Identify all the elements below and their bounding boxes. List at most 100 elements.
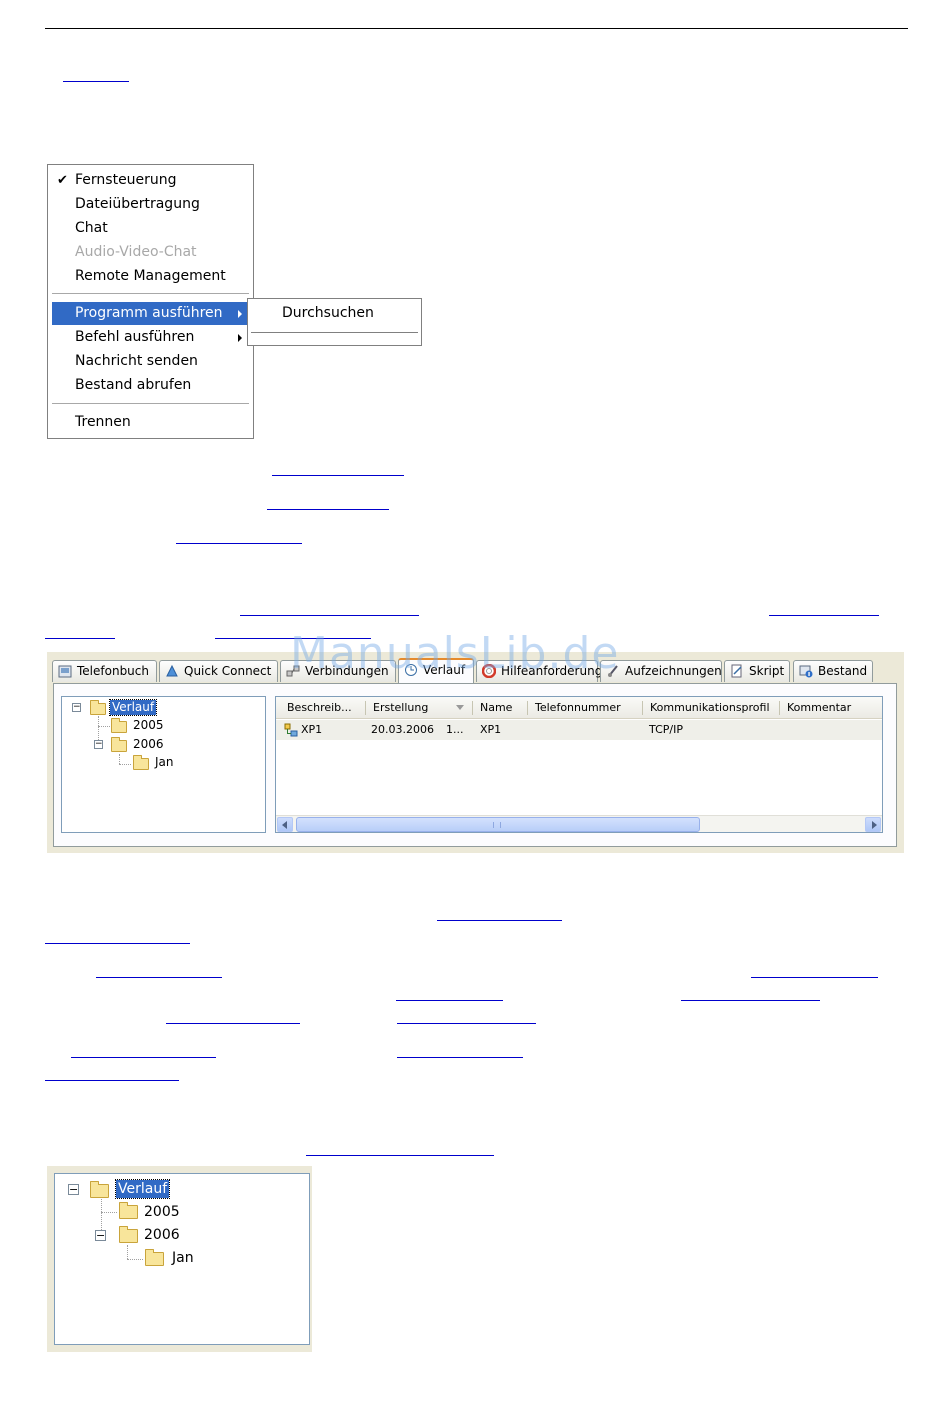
menu-item-label: Befehl ausführen: [75, 329, 195, 345]
tab-skript[interactable]: Skript: [724, 660, 790, 682]
link-underline[interactable]: [166, 1023, 300, 1024]
tree-node-verlauf[interactable]: Verlauf: [108, 699, 158, 716]
link-underline[interactable]: [397, 1023, 536, 1024]
open-folder-icon: [90, 700, 106, 715]
folder-icon: [145, 1249, 164, 1266]
chevron-right-icon: [872, 821, 877, 829]
link-underline[interactable]: [267, 509, 389, 510]
tab-label: Verbindungen: [305, 664, 389, 678]
menu-item-label: Bestand abrufen: [75, 377, 192, 393]
link-underline[interactable]: [45, 1080, 179, 1081]
history-tree: − Verlauf 2005 − 2006 Jan: [61, 696, 266, 833]
link-underline[interactable]: [45, 943, 190, 944]
cell-kommunikationsprofil: TCP/IP: [649, 723, 683, 736]
table-row[interactable]: XP1 20.03.2006 1... XP1 TCP/IP: [276, 720, 882, 740]
collapse-icon[interactable]: −: [68, 1184, 79, 1195]
tab-quick-connect[interactable]: Quick Connect: [159, 660, 278, 682]
tab-label: Aufzeichnungen: [625, 664, 722, 678]
tab-label: Quick Connect: [184, 664, 272, 678]
menu-item-befehl-ausfuehren[interactable]: Befehl ausführen: [52, 326, 249, 349]
tab-hilfeanforderung[interactable]: Hilfeanforderung: [476, 660, 602, 682]
tree-connector: [127, 1259, 143, 1260]
link-underline[interactable]: [681, 1000, 820, 1001]
scrollbar-thumb[interactable]: [296, 817, 700, 832]
tree-node-2006[interactable]: 2006: [133, 737, 164, 752]
tree-connector: [119, 754, 120, 764]
recordings-icon: [606, 664, 620, 678]
tree-node-2006[interactable]: 2006: [144, 1226, 180, 1244]
cell-beschreibung: XP1: [301, 723, 323, 736]
link-underline[interactable]: [240, 615, 419, 616]
tree-node-2005[interactable]: 2005: [144, 1203, 180, 1221]
menu-separator: [52, 403, 249, 404]
menu-item-label: Dateiübertragung: [75, 196, 200, 212]
menu-item-audio-video-chat: Audio-Video-Chat: [52, 241, 249, 264]
tree-window: − Verlauf 2005 − 2006 Jan: [47, 1166, 312, 1352]
menu-item-nachricht-senden[interactable]: Nachricht senden: [52, 350, 249, 373]
cell-name: XP1: [480, 723, 502, 736]
menu-item-dateiuebertragung[interactable]: Dateiübertragung: [52, 193, 249, 216]
menu-item-remote-management[interactable]: Remote Management: [52, 265, 249, 288]
tab-label: Hilfeanforderung: [501, 664, 603, 678]
tab-label: Skript: [749, 664, 785, 678]
link-underline[interactable]: [396, 1000, 503, 1001]
checkmark-icon: ✔: [57, 173, 68, 188]
menu-item-programm-ausfuehren[interactable]: Programm ausführen: [52, 302, 249, 325]
link-underline[interactable]: [215, 638, 371, 639]
link-underline[interactable]: [437, 920, 562, 921]
scroll-left-button[interactable]: [277, 817, 293, 832]
quick-connect-icon: [165, 664, 179, 678]
link-underline[interactable]: [397, 1057, 523, 1058]
tree-node-jan[interactable]: Jan: [172, 1249, 194, 1267]
menu-item-label: Trennen: [75, 414, 131, 430]
help-request-icon: [482, 664, 496, 678]
column-header-beschreibung[interactable]: Beschreib...: [280, 697, 366, 719]
link-underline[interactable]: [71, 1057, 216, 1058]
collapse-icon[interactable]: −: [95, 1230, 106, 1241]
link-underline[interactable]: [63, 81, 129, 82]
scroll-right-button[interactable]: [865, 817, 881, 832]
column-header-telefonnummer[interactable]: Telefonnummer: [528, 697, 643, 719]
menu-item-fernsteuerung[interactable]: ✔ Fernsteuerung: [52, 169, 249, 192]
sort-descending-icon: [456, 705, 464, 710]
link-underline[interactable]: [306, 1155, 494, 1156]
script-icon: [730, 664, 744, 678]
tab-verbindungen[interactable]: Verbindungen: [280, 660, 396, 682]
menu-item-chat[interactable]: Chat: [52, 217, 249, 240]
link-underline[interactable]: [45, 638, 115, 639]
tree-node-2005[interactable]: 2005: [133, 718, 164, 733]
tab-label: Telefonbuch: [77, 664, 149, 678]
link-underline[interactable]: [96, 977, 222, 978]
menu-item-label: Chat: [75, 220, 108, 236]
cell-erstellung: 20.03.2006: [371, 723, 434, 736]
column-header-kommentar[interactable]: Kommentar: [780, 697, 882, 719]
inventory-icon: [799, 664, 813, 678]
link-underline[interactable]: [751, 977, 878, 978]
collapse-icon[interactable]: −: [72, 703, 81, 712]
submenu-arrow-icon: [238, 334, 242, 342]
tree-node-jan[interactable]: Jan: [155, 755, 174, 770]
column-header-name[interactable]: Name: [473, 697, 528, 719]
tab-telefonbuch[interactable]: Telefonbuch: [52, 660, 157, 682]
open-folder-icon: [111, 737, 127, 752]
menu-item-label: Remote Management: [75, 268, 226, 284]
tree-connector: [98, 716, 99, 740]
tab-bestand[interactable]: Bestand: [793, 660, 873, 682]
tab-aufzeichnungen[interactable]: Aufzeichnungen: [600, 660, 722, 682]
tree-node-verlauf[interactable]: Verlauf: [114, 1179, 171, 1199]
menu-item-trennen[interactable]: Trennen: [52, 411, 249, 434]
column-header-kommunikationsprofil[interactable]: Kommunikationsprofil: [643, 697, 780, 719]
link-underline[interactable]: [769, 615, 879, 616]
menu-separator: [52, 293, 249, 294]
tree-connector: [101, 1212, 117, 1213]
folder-icon: [119, 1202, 138, 1219]
submenu-item-durchsuchen[interactable]: Durchsuchen: [251, 302, 418, 324]
horizontal-scrollbar[interactable]: [276, 815, 882, 832]
menu-item-bestand-abrufen[interactable]: Bestand abrufen: [52, 374, 249, 397]
submenu-programm-ausfuehren: Durchsuchen: [247, 298, 422, 346]
link-underline[interactable]: [272, 475, 404, 476]
tab-verlauf[interactable]: Verlauf: [398, 658, 474, 683]
menu-item-label: Programm ausführen: [75, 305, 223, 321]
link-underline[interactable]: [176, 543, 302, 544]
collapse-icon[interactable]: −: [94, 740, 103, 749]
